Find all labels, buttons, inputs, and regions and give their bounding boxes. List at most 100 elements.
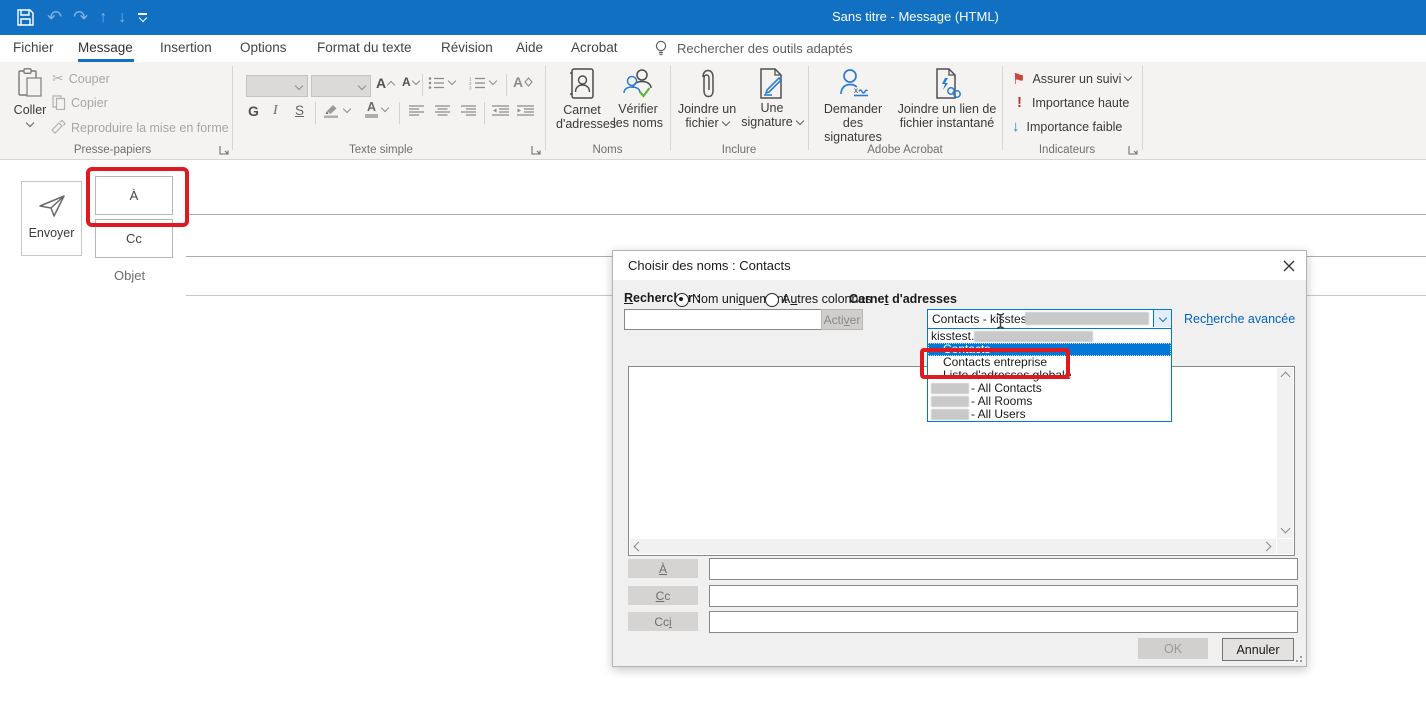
scroll-left-icon[interactable] xyxy=(634,542,644,552)
list-item[interactable]: - All Users xyxy=(928,408,1171,421)
align-right-icon[interactable] xyxy=(461,105,476,117)
bullets-button[interactable] xyxy=(428,76,455,90)
scissors-icon: ✂ xyxy=(52,70,64,87)
tab-format-du-texte[interactable]: Format du texte xyxy=(317,40,412,55)
cut-button: ✂ Couper xyxy=(52,70,110,87)
follow-up-button[interactable]: ⚑ Assurer un suivi xyxy=(1012,70,1131,88)
tab-options[interactable]: Options xyxy=(240,40,287,55)
signature-button[interactable]: Une signature xyxy=(740,66,804,129)
attach-file-label-2: fichier xyxy=(685,116,718,130)
cancel-button[interactable]: Annuler xyxy=(1222,638,1294,661)
font-size-combobox[interactable] xyxy=(311,75,371,97)
tab-acrobat[interactable]: Acrobat xyxy=(571,40,618,55)
customize-qat-icon[interactable] xyxy=(138,13,147,23)
to-label: À xyxy=(130,188,139,203)
low-importance-button[interactable]: ↓ Importance faible xyxy=(1012,118,1122,135)
dialog-bcc-field[interactable] xyxy=(709,611,1298,633)
save-icon[interactable] xyxy=(16,8,35,27)
align-left-icon[interactable] xyxy=(409,105,424,117)
tab-insertion[interactable]: Insertion xyxy=(160,40,212,55)
address-book-dropdown-list: kisstest. Contacts Contacts entreprise L… xyxy=(927,328,1172,422)
group-label-include: Inclure xyxy=(670,144,808,156)
basic-text-dialog-launcher-icon[interactable] xyxy=(531,145,541,155)
numbering-icon: 123 xyxy=(469,76,486,90)
to-button[interactable]: À xyxy=(95,176,173,215)
titlebar: ↶ ↷ ↑ ↓ Sans titre - Message (HTML) xyxy=(0,0,1426,35)
font-color-button[interactable]: A xyxy=(365,102,388,118)
radio-more-columns[interactable] xyxy=(765,293,779,307)
copy-icon xyxy=(52,95,66,110)
horizontal-scrollbar[interactable] xyxy=(630,539,1276,554)
tab-fichier[interactable]: Fichier xyxy=(13,40,54,55)
radio-name-only[interactable] xyxy=(675,293,689,307)
dialog-close-button[interactable] xyxy=(1279,256,1299,275)
tab-aide[interactable]: Aide xyxy=(516,40,543,55)
scroll-up-icon[interactable] xyxy=(1281,372,1291,382)
dialog-bcc-button[interactable]: Cci xyxy=(628,612,698,631)
format-painter-button: Reproduire la mise en forme xyxy=(50,120,229,135)
list-item[interactable]: Liste d'adresses globale xyxy=(928,369,1171,382)
highlight-button[interactable] xyxy=(323,103,350,118)
address-book-combobox[interactable]: Contacts - kisstest. xyxy=(927,309,1172,330)
dialog-to-button[interactable]: À xyxy=(628,559,698,578)
tab-message[interactable]: Message xyxy=(78,40,133,55)
request-signatures-button[interactable]: x Demander des signatures xyxy=(814,66,892,144)
go-button[interactable]: Activer xyxy=(821,309,863,330)
dialog-cc-field[interactable] xyxy=(709,585,1298,607)
address-book-button[interactable]: Carnet d'adresses xyxy=(556,66,608,131)
bold-icon: G xyxy=(248,103,259,119)
scroll-down-icon[interactable] xyxy=(1281,524,1291,534)
tab-revision[interactable]: Révision xyxy=(441,40,493,55)
redo-icon[interactable]: ↷ xyxy=(73,7,88,28)
decrease-indent-icon[interactable] xyxy=(492,105,509,117)
list-item[interactable]: - All Contacts xyxy=(928,382,1171,395)
name-search-input[interactable] xyxy=(624,309,822,330)
paste-chevron-icon[interactable] xyxy=(26,119,34,127)
dialog-cc-button[interactable]: Cc xyxy=(628,586,698,605)
tags-dialog-launcher-icon[interactable] xyxy=(1128,145,1138,155)
ok-button[interactable]: OK xyxy=(1138,638,1208,659)
font-family-combobox[interactable] xyxy=(246,75,308,97)
tell-me-search[interactable]: Rechercher des outils adaptés xyxy=(677,41,853,56)
cc-button[interactable]: Cc xyxy=(95,219,173,258)
send-button[interactable]: Envoyer xyxy=(21,181,82,256)
list-item[interactable]: - All Rooms xyxy=(928,395,1171,408)
attach-file-link-button[interactable]: Joindre un lien de fichier instantané xyxy=(894,66,1000,130)
quick-access-toolbar: ↶ ↷ ↑ ↓ xyxy=(16,0,147,35)
shrink-font-button[interactable]: A xyxy=(402,75,419,89)
group-divider xyxy=(1142,66,1143,150)
combobox-dropdown-arrow[interactable] xyxy=(1153,310,1171,327)
attach-file-label: Joindre un xyxy=(678,102,736,116)
high-importance-button[interactable]: ! Importance haute xyxy=(1017,94,1129,111)
send-icon xyxy=(38,194,66,218)
attach-file-button[interactable]: Joindre un fichier xyxy=(676,66,738,130)
bold-button[interactable]: G xyxy=(248,103,259,119)
align-center-icon[interactable] xyxy=(435,105,450,117)
increase-indent-icon[interactable] xyxy=(517,105,534,117)
importance-high-icon: ! xyxy=(1017,94,1022,111)
italic-button[interactable]: I xyxy=(273,103,278,119)
select-names-dialog: Choisir des noms : Contacts Rechercher :… xyxy=(612,250,1307,667)
clipboard-dialog-launcher-icon[interactable] xyxy=(219,145,229,155)
grow-font-button[interactable]: A xyxy=(376,75,394,91)
advanced-find-link[interactable]: Recherche avancée xyxy=(1184,312,1295,326)
to-field-underline[interactable] xyxy=(186,214,1426,215)
low-importance-label: Importance faible xyxy=(1027,120,1123,134)
move-up-icon[interactable]: ↑ xyxy=(99,9,107,27)
numbering-button[interactable]: 123 xyxy=(469,76,496,90)
underline-button[interactable]: S xyxy=(295,103,304,118)
check-names-button[interactable]: Vérifier les noms xyxy=(610,66,666,130)
redacted-text xyxy=(931,383,969,394)
dialog-to-field[interactable] xyxy=(709,558,1298,580)
address-book-combobox-value: Contacts - kisstest. xyxy=(932,312,1033,326)
move-down-icon[interactable]: ↓ xyxy=(118,9,126,27)
copy-label: Copier xyxy=(71,96,108,110)
undo-icon[interactable]: ↶ xyxy=(47,7,62,28)
scroll-right-icon[interactable] xyxy=(1262,542,1272,552)
vertical-scrollbar[interactable] xyxy=(1277,368,1293,538)
clear-formatting-button[interactable]: A xyxy=(513,74,533,90)
copy-button: Copier xyxy=(52,95,108,110)
high-importance-label: Importance haute xyxy=(1032,96,1129,110)
paste-button[interactable]: Coller xyxy=(8,66,52,148)
separator xyxy=(315,102,316,124)
